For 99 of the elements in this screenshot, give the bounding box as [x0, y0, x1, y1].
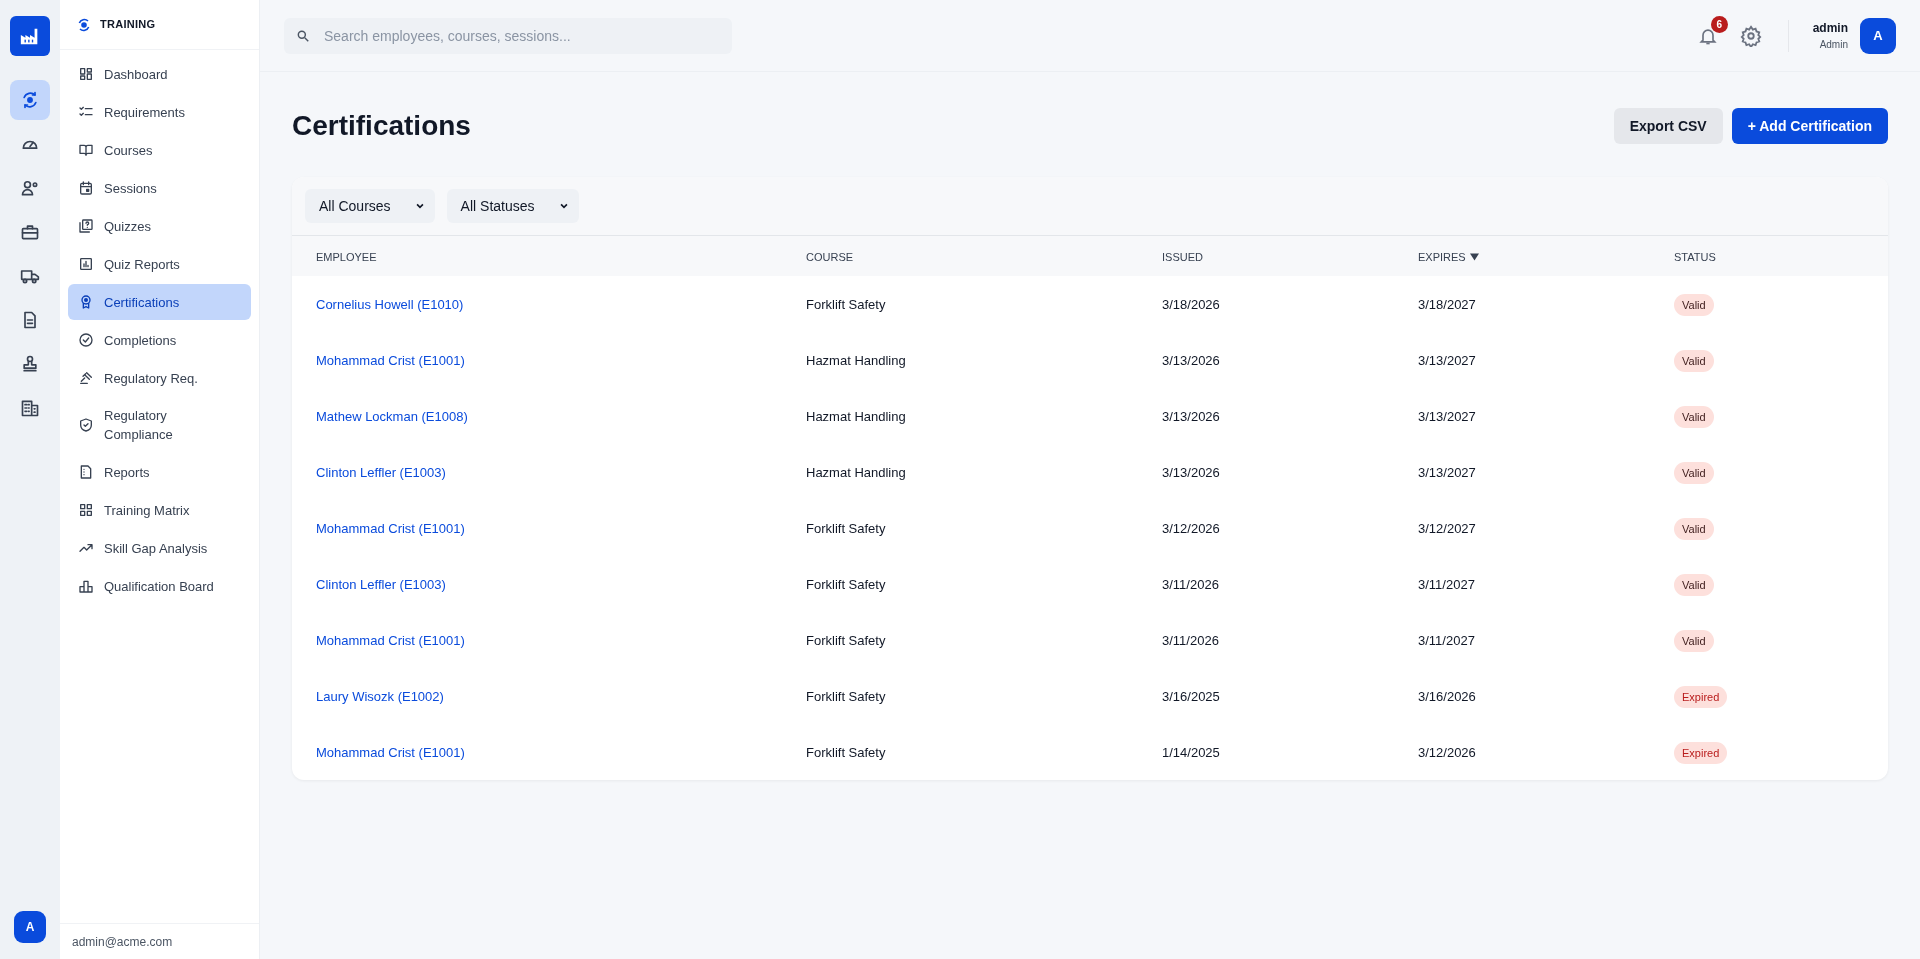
grid-icon	[78, 502, 94, 518]
table-cell: Forklift Safety	[806, 577, 886, 592]
factory-logo-icon[interactable]	[10, 16, 50, 56]
shield-icon	[78, 417, 94, 433]
chevron-down-icon	[558, 201, 569, 211]
table-cell: 3/11/2026	[1162, 633, 1219, 648]
check-circle-icon	[78, 332, 94, 348]
quiz-icon	[78, 218, 94, 234]
filter-dropdown[interactable]: All Courses	[305, 189, 435, 223]
page-title: Certifications	[292, 109, 472, 143]
chevron-down-icon	[414, 201, 425, 211]
refresh-button[interactable]	[10, 80, 50, 120]
status-badge: Expired	[1674, 685, 1728, 709]
table-cell: 3/11/2026	[1162, 577, 1219, 592]
search-icon	[296, 28, 310, 43]
status-badge: Valid	[1674, 629, 1714, 653]
status-badge: Valid	[1674, 405, 1714, 429]
column-header[interactable]: COURSE	[806, 249, 854, 266]
column-header[interactable]: ISSUED	[1162, 249, 1203, 266]
add-button[interactable]: + Add Certification	[1731, 108, 1888, 144]
sidebar-item[interactable]: Skill Gap Analysis	[68, 530, 251, 566]
table-cell: 3/12/2026	[1418, 745, 1476, 760]
refresh-icon	[20, 90, 40, 110]
status-badge: Valid	[1674, 573, 1714, 597]
table-cell: Forklift Safety	[806, 689, 886, 704]
table-cell: Forklift Safety	[806, 297, 886, 312]
table-cell: 3/11/2027	[1418, 633, 1475, 648]
sidebar-item[interactable]: Regulatory Compliance	[68, 398, 251, 452]
employee-link[interactable]: Mohammad Crist (E1001)	[316, 633, 465, 648]
column-header[interactable]: STATUS	[1674, 249, 1716, 266]
sidebar-item[interactable]: Quiz Reports	[68, 246, 251, 282]
book-icon	[78, 142, 94, 158]
bar-chart-icon	[78, 256, 94, 272]
filter-dropdown[interactable]: All Statuses	[446, 189, 579, 223]
table-cell: 3/13/2027	[1418, 465, 1476, 480]
sidebar-item[interactable]: Reports	[68, 454, 251, 490]
sidebar-item[interactable]: Courses	[68, 132, 251, 168]
table-cell: 3/12/2027	[1418, 521, 1476, 536]
table-cell: Hazmat Handling	[806, 409, 906, 424]
table-cell: 3/11/2027	[1418, 577, 1475, 592]
table-cell: 3/18/2026	[1162, 297, 1220, 312]
search-field[interactable]: Search employees, courses, sessions...	[284, 17, 732, 54]
training-icon	[76, 16, 92, 33]
table-cell: Hazmat Handling	[806, 353, 906, 368]
table-cell: 3/18/2027	[1418, 297, 1476, 312]
notification-count: 6	[1710, 15, 1728, 33]
dashboard-icon	[78, 66, 94, 82]
column-header[interactable]: EMPLOYEE	[316, 249, 377, 266]
table-cell: 3/13/2026	[1162, 409, 1220, 424]
user-avatar[interactable]: A	[14, 911, 46, 943]
toolbox-icon	[20, 222, 40, 242]
status-badge: Valid	[1674, 461, 1714, 485]
employee-link[interactable]: Clinton Leffler (E1003)	[316, 577, 446, 592]
employee-link[interactable]: Clinton Leffler (E1003)	[316, 465, 446, 480]
user-email: admin@acme.com	[72, 933, 173, 951]
sidebar-item[interactable]: Training Matrix	[68, 492, 251, 528]
table-cell: 3/13/2027	[1418, 353, 1476, 368]
employee-link[interactable]: Mathew Lockman (E1008)	[316, 409, 468, 424]
status-badge: Valid	[1674, 517, 1714, 541]
sidebar-item[interactable]: Requirements	[68, 94, 251, 130]
stamp-icon	[20, 354, 40, 374]
award-icon	[78, 294, 94, 310]
table-cell: Forklift Safety	[806, 633, 886, 648]
employee-link[interactable]: Mohammad Crist (E1001)	[316, 745, 465, 760]
table-cell: 3/13/2027	[1418, 409, 1476, 424]
table-cell: 3/16/2026	[1418, 689, 1476, 704]
table-cell: 3/13/2026	[1162, 465, 1220, 480]
table-cell: Forklift Safety	[806, 745, 886, 760]
column-header[interactable]: EXPIRES	[1418, 249, 1479, 266]
status-badge: Expired	[1674, 741, 1728, 765]
sidebar-item[interactable]: Regulatory Req.	[68, 360, 251, 396]
building-icon	[20, 398, 40, 418]
status-badge: Valid	[1674, 349, 1714, 373]
settings-icon[interactable]	[1739, 24, 1762, 47]
section-title: TRAINING	[100, 17, 156, 33]
report-icon	[78, 464, 94, 480]
sidebar-item[interactable]: Qualification Board	[68, 568, 251, 604]
export-button[interactable]: Export CSV	[1613, 108, 1723, 144]
employee-link[interactable]: Laury Wisozk (E1002)	[316, 689, 444, 704]
table-cell: 3/16/2025	[1162, 689, 1220, 704]
user-avatar[interactable]: A	[1860, 17, 1896, 54]
table-cell: 3/12/2026	[1162, 521, 1220, 536]
status-badge: Valid	[1674, 293, 1714, 317]
sidebar-item[interactable]: Completions	[68, 322, 251, 358]
employee-link[interactable]: Mohammad Crist (E1001)	[316, 353, 465, 368]
user-role: Admin	[1819, 38, 1848, 52]
sidebar-item[interactable]: Certifications	[68, 284, 251, 320]
employee-link[interactable]: Cornelius Howell (E1010)	[316, 297, 464, 312]
table-cell: Forklift Safety	[806, 521, 886, 536]
employee-link[interactable]: Mohammad Crist (E1001)	[316, 521, 465, 536]
sidebar-item[interactable]: Sessions	[68, 170, 251, 206]
table-cell: Hazmat Handling	[806, 465, 906, 480]
user-name: admin	[1812, 20, 1848, 37]
sidebar-item[interactable]: Quizzes	[68, 208, 251, 244]
podium-icon	[78, 578, 94, 594]
table-cell: 1/14/2025	[1162, 745, 1220, 760]
sidebar-item[interactable]: Dashboard	[68, 56, 251, 92]
table-cell: 3/13/2026	[1162, 353, 1220, 368]
calendar-icon	[78, 180, 94, 196]
